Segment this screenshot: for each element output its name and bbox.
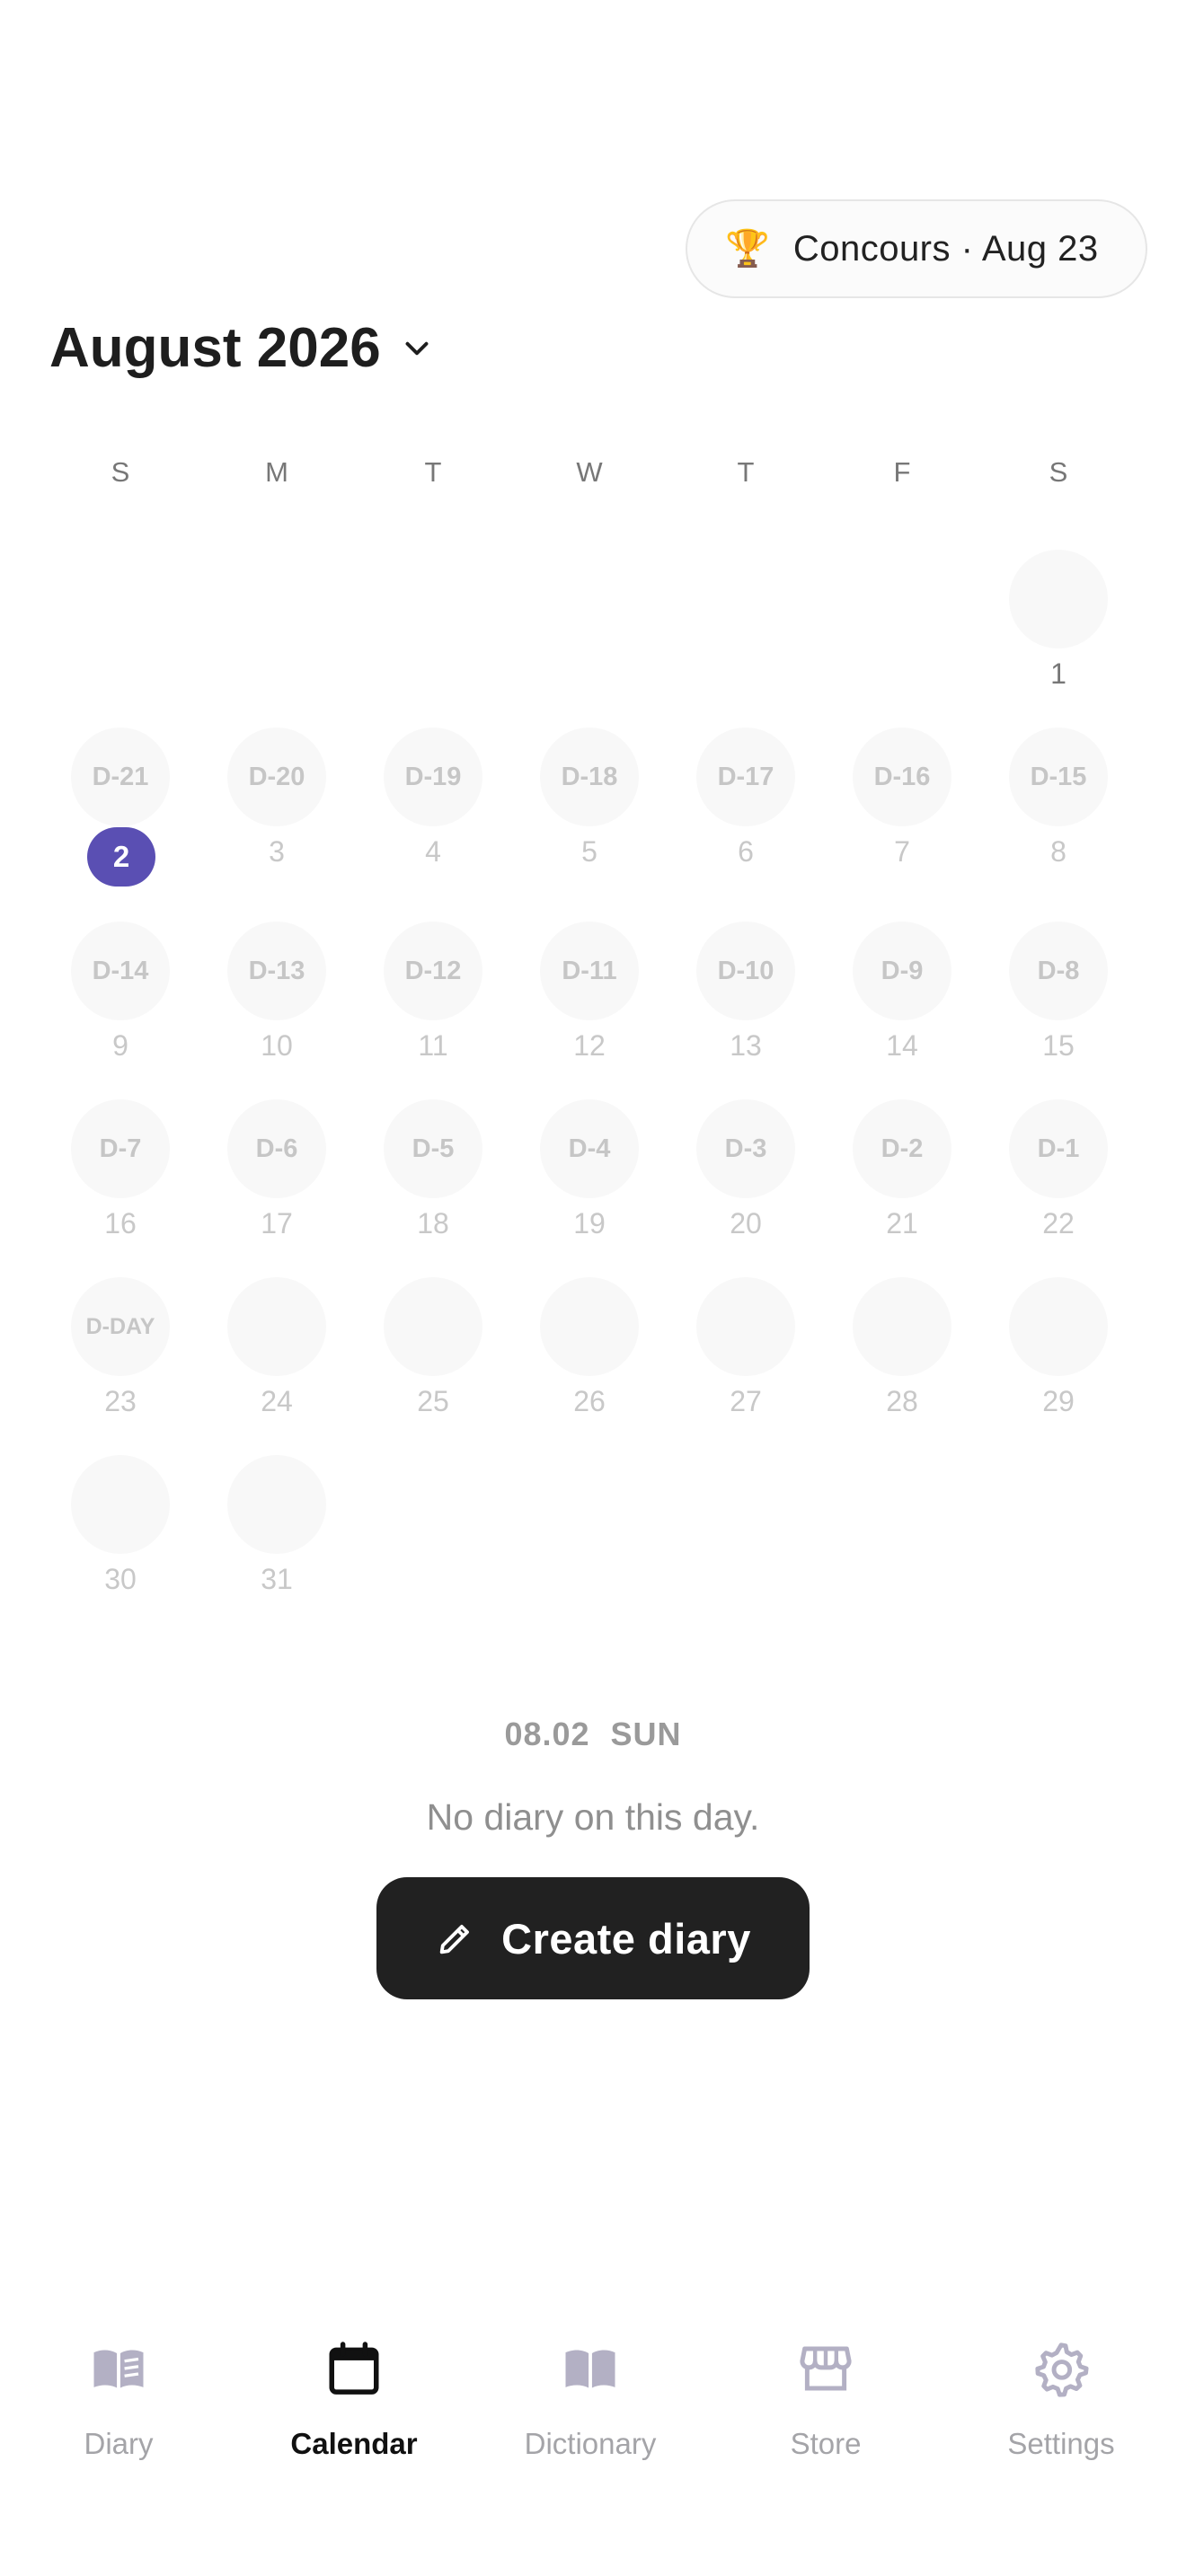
day-number: 19 — [573, 1207, 606, 1239]
day-number: 13 — [730, 1029, 762, 1062]
empty-state-message: No diary on this day. — [426, 1796, 760, 1838]
day-number: 20 — [730, 1207, 762, 1239]
day-number: 18 — [417, 1207, 449, 1239]
day-number: 9 — [112, 1029, 128, 1062]
day-number: 8 — [1050, 835, 1067, 868]
selected-date: 08.02 — [504, 1716, 590, 1752]
dday-badge: D-DAY — [71, 1277, 170, 1376]
day-number: 17 — [261, 1207, 293, 1239]
day-number: 1 — [1050, 657, 1067, 690]
pencil-icon — [439, 1925, 470, 1954]
bottom-nav: Diary Calendar Dictionary Store Settings — [0, 2326, 1186, 2576]
create-diary-button[interactable]: Create diary — [376, 1877, 810, 1999]
calendar-screen: 🏆 Concours · Aug 23 August 2026 S M T W … — [0, 0, 1186, 2576]
dday-badge: D-1 — [1009, 1099, 1108, 1198]
day-number: 21 — [886, 1207, 918, 1239]
calendar-grid: 1 D-21 2 D-20 3 D-19 4 D-18 5 D-17 6 D-1… — [0, 0, 1186, 1617]
nav-label: Diary — [84, 2427, 154, 2460]
create-diary-label: Create diary — [501, 1914, 751, 1963]
dday-badge: D-3 — [696, 1099, 795, 1198]
day-number: 5 — [581, 835, 597, 868]
today-badge: 2 — [87, 827, 155, 887]
dday-badge: D-10 — [696, 922, 795, 1020]
day-number: 15 — [1042, 1029, 1075, 1062]
store-icon — [800, 2346, 852, 2391]
day-marker — [853, 1277, 951, 1376]
dday-badge: D-12 — [384, 922, 482, 1020]
nav-item-store[interactable]: Store — [724, 2326, 922, 2488]
day-number: 3 — [269, 835, 285, 868]
day-marker — [1009, 550, 1108, 648]
nav-label: Calendar — [290, 2427, 418, 2460]
dday-badge: D-8 — [1009, 922, 1108, 1020]
day-number: 26 — [573, 1385, 606, 1417]
nav-item-diary[interactable]: Diary — [17, 2326, 215, 2488]
day-number: 27 — [730, 1385, 762, 1417]
day-marker — [227, 1277, 326, 1376]
day-number: 14 — [886, 1029, 918, 1062]
day-number: 4 — [425, 835, 441, 868]
nav-item-dictionary[interactable]: Dictionary — [489, 2326, 686, 2488]
dday-badge: D-16 — [853, 728, 951, 826]
selected-date-label: 08.02 SUN — [0, 1716, 1186, 1753]
dday-badge: D-11 — [540, 922, 639, 1020]
day-marker — [71, 1455, 170, 1554]
selected-weekday: SUN — [610, 1716, 682, 1752]
day-number: 6 — [738, 835, 754, 868]
day-marker — [227, 1455, 326, 1554]
day-number: 29 — [1042, 1385, 1075, 1417]
dday-badge: D-15 — [1009, 728, 1108, 826]
day-number: 23 — [104, 1385, 137, 1417]
day-number: 31 — [261, 1563, 293, 1595]
dday-badge: D-14 — [71, 922, 170, 1020]
gear-icon — [1035, 2342, 1089, 2397]
nav-label: Store — [790, 2427, 862, 2460]
dday-badge: D-13 — [227, 922, 326, 1020]
day-marker — [696, 1277, 795, 1376]
dday-badge: D-9 — [853, 922, 951, 1020]
dday-badge: D-5 — [384, 1099, 482, 1198]
dday-badge: D-7 — [71, 1099, 170, 1198]
day-marker — [1009, 1277, 1108, 1376]
nav-item-settings[interactable]: Settings — [960, 2326, 1157, 2488]
day-number: 24 — [261, 1385, 293, 1417]
day-number: 10 — [261, 1029, 293, 1062]
dday-badge: D-19 — [384, 728, 482, 826]
day-number: 16 — [104, 1207, 137, 1239]
day-number: 25 — [417, 1385, 449, 1417]
nav-item-calendar[interactable]: Calendar — [252, 2326, 450, 2488]
dday-badge: D-6 — [227, 1099, 326, 1198]
dday-badge: D-17 — [696, 728, 795, 826]
dday-badge: D-21 — [71, 728, 170, 826]
day-number: 28 — [886, 1385, 918, 1417]
dday-badge: D-4 — [540, 1099, 639, 1198]
dictionary-icon — [565, 2350, 615, 2388]
day-number: 7 — [894, 835, 910, 868]
nav-label: Dictionary — [524, 2427, 657, 2460]
day-number: 30 — [104, 1563, 137, 1595]
dday-badge: D-20 — [227, 728, 326, 826]
day-marker — [540, 1277, 639, 1376]
nav-label: Settings — [1007, 2427, 1115, 2460]
day-number: 12 — [573, 1029, 606, 1062]
day-marker — [384, 1277, 482, 1376]
dday-badge: D-2 — [853, 1099, 951, 1198]
calendar-icon — [329, 2342, 379, 2395]
day-number: 22 — [1042, 1207, 1075, 1239]
dday-badge: D-18 — [540, 728, 639, 826]
book-open-icon — [93, 2350, 144, 2388]
day-number: 11 — [418, 1029, 448, 1062]
